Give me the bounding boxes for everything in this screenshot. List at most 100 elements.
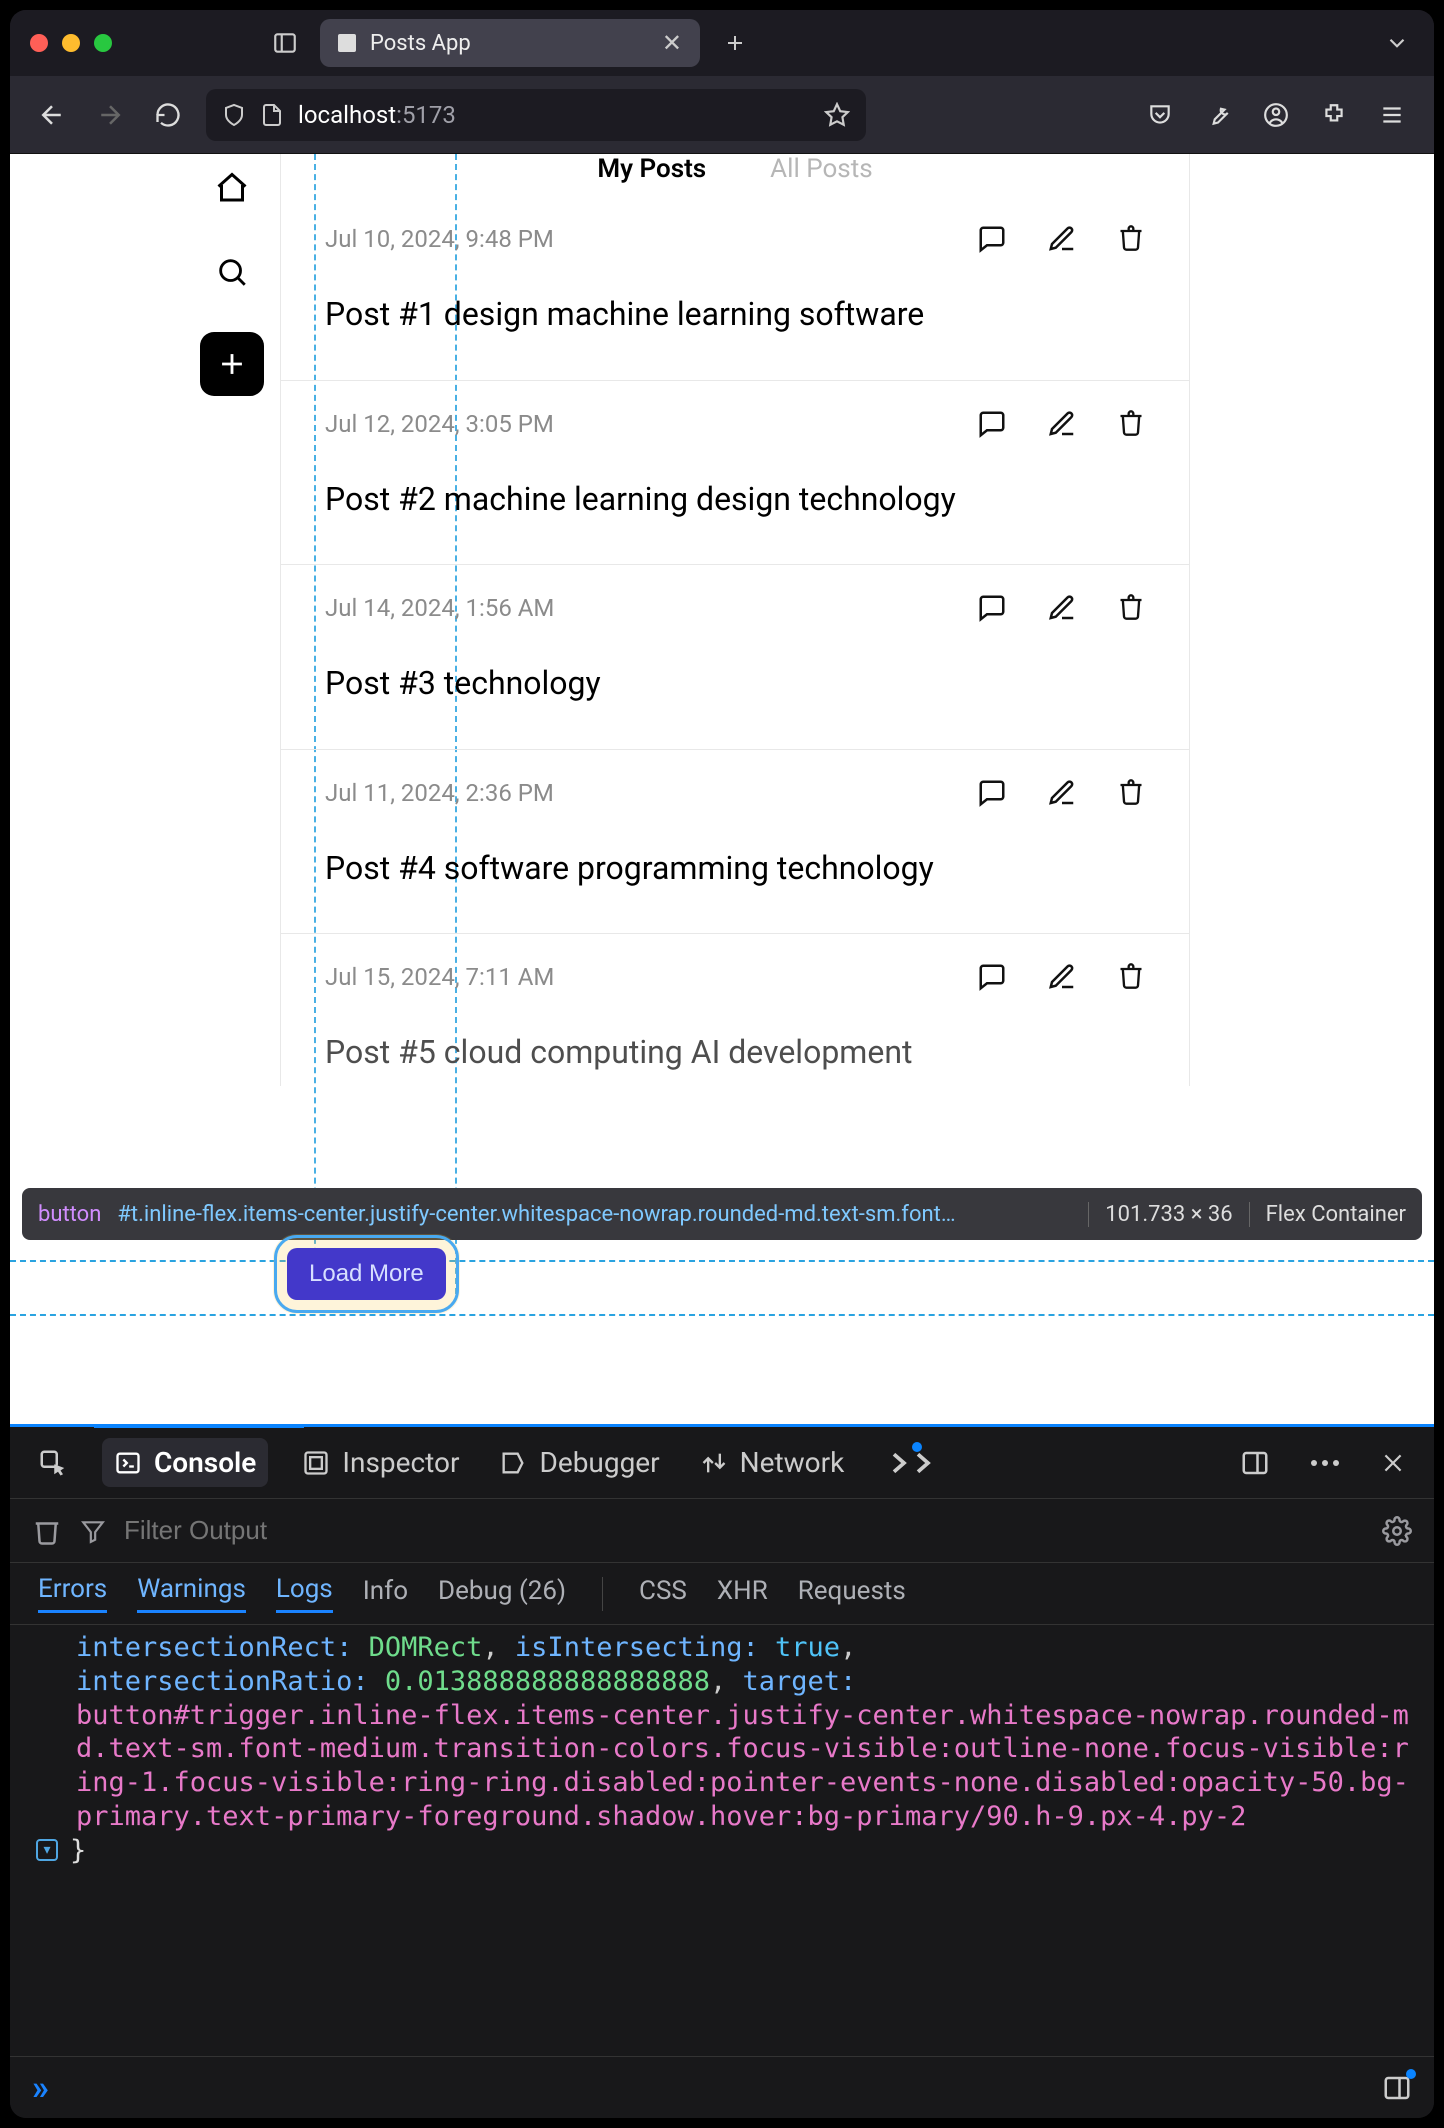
bookmark-star-icon[interactable] [824,102,850,128]
log-token: , [710,1666,743,1697]
tooltip-layout: Flex Container [1249,1202,1406,1227]
new-post-button[interactable] [200,332,264,396]
devtools-dock-button[interactable] [1234,1440,1276,1486]
cat-info[interactable]: Info [363,1576,408,1612]
site-info-icon[interactable] [260,103,284,127]
post-date: Jul 15, 2024, 7:11 AM [325,963,977,991]
filter-icon [80,1518,106,1544]
log-token: isIntersecting: [515,1632,759,1663]
post-date: Jul 11, 2024, 2:36 PM [325,779,977,807]
zoom-window-button[interactable] [94,34,112,52]
edit-icon[interactable] [1047,409,1077,439]
console-categories: Errors Warnings Logs Info Debug (26) CSS… [10,1563,1434,1625]
page-content: My Posts All Posts Jul 10, 2024, 9:48 PM… [10,154,1434,1424]
post-item: Jul 14, 2024, 1:56 AM Post #3 technology [281,565,1189,750]
tooltip-tag: button [38,1202,101,1227]
delete-icon[interactable] [1117,778,1145,808]
console-settings-button[interactable] [1382,1516,1412,1546]
clear-console-button[interactable] [32,1516,62,1546]
devtools-tab-inspector[interactable]: Inspector [296,1438,465,1487]
comment-icon[interactable] [977,778,1007,808]
devtools-tab-label: Console [154,1446,256,1479]
devtools-pick-element-button[interactable] [32,1440,74,1486]
tab-title: Posts App [370,31,648,56]
load-more-button[interactable]: Load More [287,1248,446,1300]
comment-icon[interactable] [977,224,1007,254]
console-drawer-toggle[interactable]: » [32,2068,49,2108]
edit-icon[interactable] [1047,778,1077,808]
devtools-tab-debugger[interactable]: Debugger [493,1438,665,1487]
account-icon[interactable] [1256,95,1296,135]
devtools-tab-network[interactable]: Network [694,1438,851,1487]
menu-button[interactable] [1372,95,1412,135]
devtools-tabs-overflow[interactable] [878,1440,944,1486]
post-item: Jul 12, 2024, 3:05 PM Post #2 machine le… [281,381,1189,566]
posts-feed: My Posts All Posts Jul 10, 2024, 9:48 PM… [280,154,1190,1086]
log-token: , [840,1632,856,1663]
window-titlebar: Posts App ✕ [10,10,1434,76]
log-token: intersectionRect: [76,1632,352,1663]
cat-warnings[interactable]: Warnings [137,1574,246,1613]
log-target-selector[interactable]: button#trigger.inline-flex.items-center.… [76,1699,1424,1834]
traffic-lights [30,34,112,52]
console-output[interactable]: intersectionRect: DOMRect, isIntersectin… [10,1625,1434,2056]
edit-icon[interactable] [1047,593,1077,623]
cat-errors[interactable]: Errors [38,1574,107,1613]
url-port: :5173 [396,101,456,129]
delete-icon[interactable] [1117,224,1145,254]
devtools-tab-label: Debugger [539,1446,659,1479]
post-item: Jul 10, 2024, 9:48 PM Post #1 design mac… [281,196,1189,381]
split-console-button[interactable] [1382,2073,1412,2103]
log-token: DOMRect [369,1632,483,1663]
console-filter-row [10,1499,1434,1563]
sidebar-toggle-icon[interactable] [268,26,302,60]
url-text: localhost:5173 [298,101,810,129]
settings-wrench-icon[interactable] [1198,95,1238,135]
close-window-button[interactable] [30,34,48,52]
pocket-icon[interactable] [1140,95,1180,135]
new-tab-button[interactable] [718,26,752,60]
devtools-close-button[interactable] [1374,1442,1412,1484]
log-token: intersectionRatio: [76,1666,369,1697]
tab-my-posts[interactable]: My Posts [597,154,706,184]
post-title: Post #4 software programming technology [325,848,1145,890]
comment-icon[interactable] [977,409,1007,439]
url-bar[interactable]: localhost:5173 [206,89,866,141]
tab-favicon [338,34,356,52]
close-tab-button[interactable]: ✕ [662,29,682,57]
delete-icon[interactable] [1117,593,1145,623]
devtools-tab-console[interactable]: Console [102,1438,268,1487]
tooltip-dimensions: 101.733 × 36 [1088,1202,1232,1227]
cat-css[interactable]: CSS [639,1576,687,1612]
devtools-menu-button[interactable] [1304,1451,1346,1475]
shield-icon[interactable] [222,103,246,127]
tabs-overflow-button[interactable] [1380,26,1414,60]
browser-tab[interactable]: Posts App ✕ [320,19,700,67]
devtools-footer: » [10,2056,1434,2118]
post-date: Jul 14, 2024, 1:56 AM [325,594,977,622]
delete-icon[interactable] [1117,409,1145,439]
edit-icon[interactable] [1047,224,1077,254]
comment-icon[interactable] [977,593,1007,623]
cat-xhr[interactable]: XHR [717,1576,768,1612]
tab-all-posts[interactable]: All Posts [770,154,872,184]
post-item: Jul 15, 2024, 7:11 AM Post #5 cloud comp… [281,934,1189,1086]
cat-requests[interactable]: Requests [798,1576,906,1612]
reload-button[interactable] [148,95,188,135]
delete-icon[interactable] [1117,962,1145,992]
devtools-active-tab-indicator [94,1424,304,1428]
inspector-tooltip: button #t.inline-flex.items-center.justi… [22,1188,1422,1240]
extensions-icon[interactable] [1314,95,1354,135]
back-button[interactable] [32,95,72,135]
url-host: localhost [298,101,396,129]
edit-icon[interactable] [1047,962,1077,992]
forward-button[interactable] [90,95,130,135]
minimize-window-button[interactable] [62,34,80,52]
cat-debug[interactable]: Debug (26) [438,1576,566,1612]
cat-logs[interactable]: Logs [276,1574,333,1613]
home-icon[interactable] [208,164,256,212]
search-icon[interactable] [208,248,256,296]
object-toggle-icon[interactable]: ▾ [36,1839,58,1861]
comment-icon[interactable] [977,962,1007,992]
console-filter-input[interactable] [124,1515,1364,1546]
